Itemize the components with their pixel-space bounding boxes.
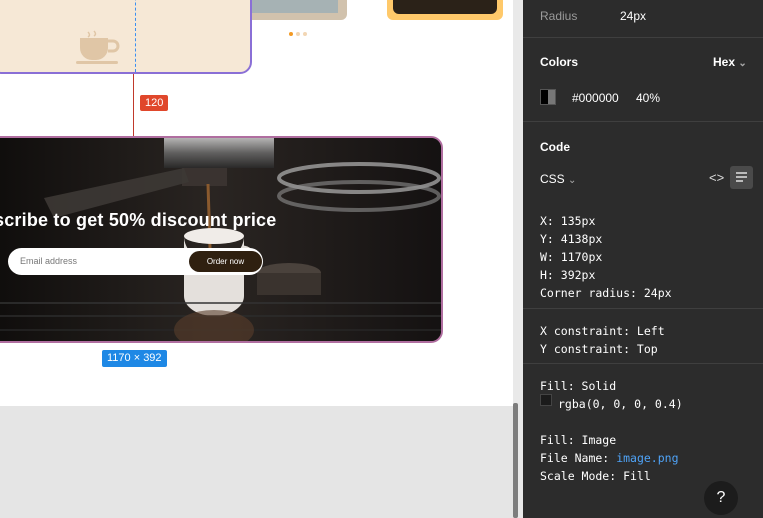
selection-dimensions-badge: 1170 × 392	[102, 350, 167, 367]
canvas-scrollbar-thumb[interactable]	[513, 403, 518, 518]
email-placeholder: Email address	[20, 256, 78, 266]
fill-color-swatch	[540, 394, 552, 406]
espresso-machine-image	[0, 138, 441, 341]
product-thumbnail-3[interactable]	[387, 0, 503, 20]
center-guide-line	[135, 0, 136, 72]
banner-headline: scribe to get 50% discount price	[0, 210, 277, 230]
color-format-value: Hex	[713, 55, 736, 69]
carousel-dot-1[interactable]	[289, 32, 293, 36]
color-opacity-value[interactable]: 40%	[636, 91, 660, 105]
code-line-y: Y: 4138px	[540, 232, 603, 246]
code-block-position: X: 135px Y: 4138px W: 1170px H: 392px Co…	[540, 212, 672, 302]
carousel-dot-2[interactable]	[296, 32, 300, 36]
code-language-select[interactable]: CSS ⌄	[540, 172, 576, 186]
design-canvas[interactable]: 120 scribe to get 50% discount price Ema…	[0, 0, 513, 518]
code-line-y-constraint: Y constraint: Top	[540, 342, 658, 356]
chevron-down-icon: ⌄	[568, 175, 577, 186]
order-now-button[interactable]: Order now	[189, 251, 262, 272]
inspector-panel: Radius 24px Colors Hex ⌄ #000000 40% Cod…	[523, 0, 763, 518]
coffee-cup-icon	[76, 30, 120, 64]
spacing-measure-line	[133, 74, 134, 136]
code-line-h: H: 392px	[540, 268, 596, 282]
code-line-fill-solid: Fill: Solid	[540, 379, 617, 393]
color-swatch[interactable]	[540, 89, 556, 105]
code-line-fill-rgba: rgba(0, 0, 0, 0.4)	[558, 397, 683, 411]
radius-value[interactable]: 24px	[620, 9, 646, 23]
file-name-link[interactable]: image.png	[616, 451, 678, 465]
list-view-icon[interactable]	[730, 166, 753, 189]
code-line-fill-image: Fill: Image	[540, 433, 617, 447]
code-line-x: X: 135px	[540, 214, 596, 228]
color-hex-value[interactable]: #000000	[572, 91, 619, 105]
code-line-radius: Corner radius: 24px	[540, 286, 672, 300]
code-section-title: Code	[540, 140, 570, 154]
code-line-w: W: 1170px	[540, 250, 603, 264]
divider	[523, 37, 763, 38]
color-format-select[interactable]: Hex ⌄	[713, 55, 747, 69]
code-view-icon[interactable]: <>	[709, 170, 724, 185]
email-input[interactable]: Email address Order now	[8, 248, 263, 275]
subscribe-banner[interactable]: scribe to get 50% discount price Email a…	[0, 136, 443, 343]
spacing-measure-label: 120	[140, 95, 169, 111]
help-button[interactable]: ?	[704, 481, 738, 515]
divider	[523, 308, 763, 309]
code-line-file-name: File Name: image.png	[540, 449, 679, 467]
radius-label: Radius	[540, 9, 578, 23]
selected-card-frame[interactable]	[0, 0, 252, 74]
colors-section-title: Colors	[540, 55, 579, 69]
divider	[523, 121, 763, 122]
code-line-scale-mode: Scale Mode: Fill	[540, 469, 651, 483]
carousel-dots[interactable]	[289, 32, 307, 36]
divider	[523, 363, 763, 364]
code-language-value: CSS	[540, 172, 565, 186]
chevron-down-icon: ⌄	[738, 58, 747, 69]
code-line-x-constraint: X constraint: Left	[540, 324, 665, 338]
code-block-constraints: X constraint: Left Y constraint: Top	[540, 322, 665, 358]
carousel-dot-3[interactable]	[303, 32, 307, 36]
file-name-label: File Name:	[540, 451, 610, 465]
